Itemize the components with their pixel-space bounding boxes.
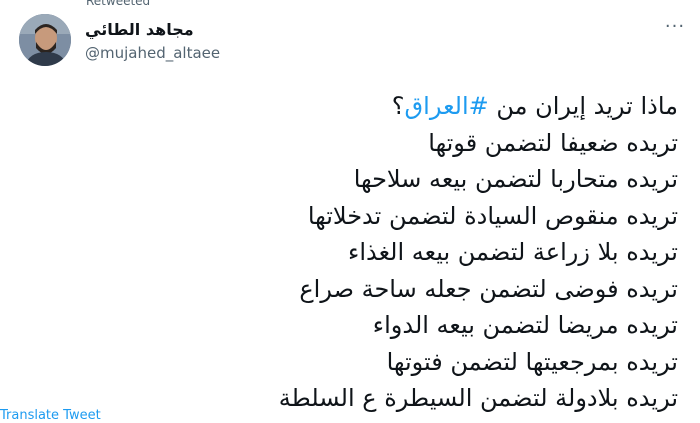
retweet-label: Retweeted bbox=[86, 0, 151, 8]
tweet-line: تريده مريضا لتضمن بيعه الدواء bbox=[372, 311, 678, 339]
author-name[interactable]: مجاهد الطائي bbox=[85, 20, 194, 39]
retweet-indicator: Retweeted bbox=[86, 0, 150, 8]
tweet-line: تريده منقوص السيادة لتضمن تدخلاتها bbox=[307, 201, 678, 230]
tweet-line: تريده بلا زراعة لتضمن بيعه الغذاء bbox=[348, 238, 678, 266]
tweet-question-prefix: ماذا تريد إيران من bbox=[488, 92, 678, 120]
more-options-button[interactable]: ··· bbox=[660, 18, 690, 42]
tweet-header: مجاهد الطائي @mujahed_altaee ··· bbox=[19, 14, 700, 74]
avatar[interactable] bbox=[19, 14, 71, 66]
more-horizontal-icon: ··· bbox=[664, 16, 686, 37]
tweet-line: تريده بلادولة لتضمن السيطرة ع السلطة bbox=[278, 384, 678, 412]
tweet-body: ماذا تريد إيران من #العراق؟ تريده ضعيفا … bbox=[100, 88, 678, 417]
tweet-question-suffix: ؟ bbox=[391, 92, 405, 120]
tweet-question-line: ماذا تريد إيران من #العراق؟ bbox=[100, 88, 678, 125]
translate-tweet-link[interactable]: Translate Tweet bbox=[0, 408, 101, 423]
hashtag-link[interactable]: #العراق bbox=[405, 92, 489, 120]
tweet-line: تريده متحاربا لتضمن بيعه سلاحها bbox=[353, 165, 678, 193]
tweet-line: تريده ضعيفا لتضمن قوتها bbox=[428, 128, 678, 157]
tweet-line: تريده بمرجعيتها لتضمن فتوتها bbox=[386, 347, 678, 376]
avatar-image bbox=[19, 14, 71, 66]
tweet-line: تريده فوضى لتضمن جعله ساحة صراع bbox=[299, 274, 678, 303]
author-handle[interactable]: @mujahed_altaee bbox=[85, 44, 220, 62]
